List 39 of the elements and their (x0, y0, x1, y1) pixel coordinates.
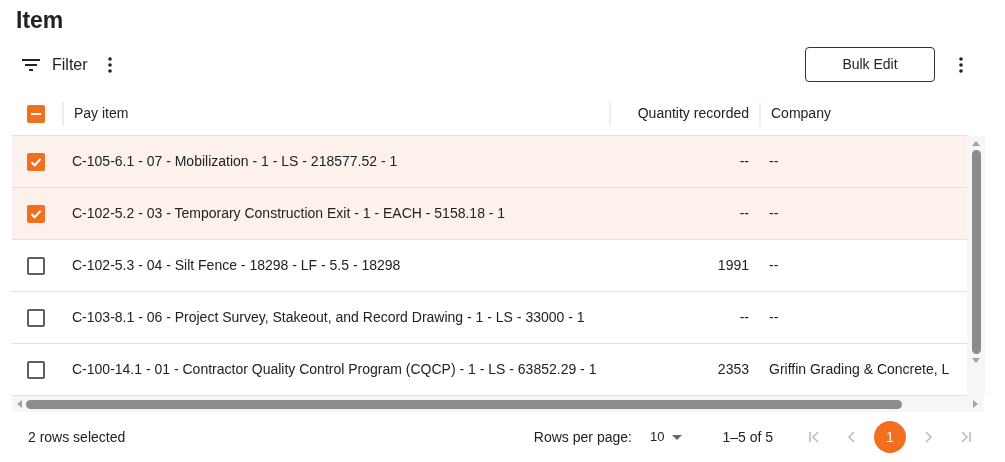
table-row[interactable]: C-105-6.1 - 07 - Mobilization - 1 - LS - 218577.52 - 1 -- -- (12, 136, 967, 189)
filter-button[interactable]: Filter (22, 52, 88, 77)
table-cell-text: -- (769, 256, 779, 276)
rows-per-page-select[interactable]: 10 (649, 427, 683, 447)
table-cell-text: C-102-5.2 - 03 - Temporary Construction Exit - 1 - EACH - 5158.18 - 1 (72, 204, 506, 224)
table-cell-text: -- (769, 152, 779, 172)
rows-per-page-label: Rows per page: (533, 427, 632, 447)
page-range: 1–5 of 5 (722, 427, 773, 447)
table-cell-text: C-103-8.1 - 06 - Project Survey, Stakeout, and Record Drawing - 1 - LS - 33000 - 1 (72, 308, 585, 328)
column-header[interactable]: Pay item (74, 103, 129, 124)
table-cell-text: C-105-6.1 - 07 - Mobilization - 1 - LS - 218577.52 - 1 (72, 152, 398, 172)
more-icon[interactable] (959, 56, 963, 73)
table-cell-text: -- (739, 308, 749, 328)
vertical-scrollbar[interactable] (967, 136, 985, 397)
checkbox[interactable] (27, 204, 45, 223)
caret-icon (672, 434, 683, 440)
more-icon[interactable] (107, 56, 112, 73)
table-cell-text: -- (769, 204, 779, 224)
checkbox[interactable] (27, 104, 45, 123)
column-header[interactable]: Quantity recorded (637, 103, 749, 124)
table-cell-text: C-102-5.3 - 04 - Silt Fence - 18298 - LF - 5.5 - 18298 (72, 256, 401, 276)
table-cell-text: -- (739, 204, 749, 224)
checkbox[interactable] (27, 256, 45, 275)
table-cell-text: -- (769, 308, 779, 328)
filter-icon (22, 58, 40, 71)
page-title: Item (15, 6, 65, 35)
selection-count: 2 rows selected (28, 427, 126, 447)
column-header[interactable]: Company (771, 103, 831, 124)
table-cell-text: Griffin Grading & Concrete, L (769, 360, 950, 380)
checkbox[interactable] (27, 152, 45, 171)
checkbox[interactable] (27, 360, 45, 379)
table-row[interactable]: C-102-5.2 - 03 - Temporary Construction Exit - 1 - EACH - 5158.18 - 1 -- -- (12, 188, 967, 241)
table-cell-text: -- (739, 152, 749, 172)
table-cell-text: 2353 (717, 360, 749, 380)
table-cell-text: 1991 (717, 256, 749, 276)
horizontal-scrollbar[interactable] (12, 396, 983, 413)
bulk-edit-button[interactable]: Bulk Edit (805, 47, 935, 82)
table-cell-text: C-100-14.1 - 01 - Contractor Quality Control Program (CQCP) - 1 - LS - 63852.29 - 1 (72, 360, 597, 380)
checkbox[interactable] (27, 308, 45, 327)
